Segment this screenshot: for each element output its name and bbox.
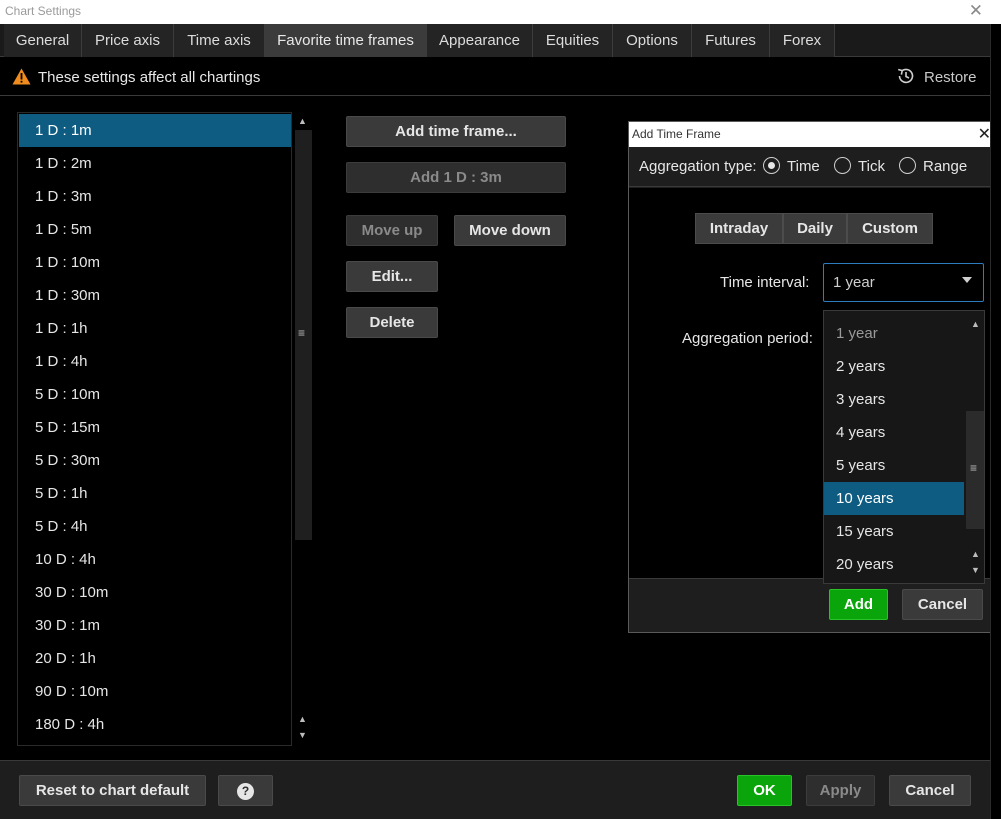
settings-tabs: General Price axis Time axis Favorite ti… bbox=[0, 24, 990, 57]
tab-general[interactable]: General bbox=[4, 24, 82, 57]
radio-time-label[interactable]: Time bbox=[787, 158, 820, 175]
scroll-grip-icon: ≡ bbox=[970, 461, 978, 475]
apply-button[interactable]: Apply bbox=[806, 775, 875, 806]
help-icon: ? bbox=[237, 783, 254, 800]
restore-icon[interactable] bbox=[895, 65, 917, 87]
edit-button[interactable]: Edit... bbox=[346, 261, 438, 292]
tab-intraday[interactable]: Intraday bbox=[695, 213, 783, 244]
list-item[interactable]: 1 D : 30m bbox=[19, 279, 291, 312]
aggregation-type-row: Aggregation type: Time Tick Range bbox=[629, 147, 999, 187]
dropdown-option[interactable]: 4 years bbox=[824, 416, 964, 449]
radio-tick-label[interactable]: Tick bbox=[858, 158, 885, 175]
list-item[interactable]: 1 D : 4h bbox=[19, 345, 291, 378]
restore-button[interactable]: Restore bbox=[924, 69, 977, 86]
aggregation-period-label: Aggregation period: bbox=[682, 330, 813, 347]
list-item[interactable]: 30 D : 1m bbox=[19, 609, 291, 642]
dialog-title: Add Time Frame bbox=[632, 127, 721, 141]
delete-button[interactable]: Delete bbox=[346, 307, 438, 338]
tab-equities[interactable]: Equities bbox=[533, 24, 613, 57]
dialog-titlebar: Add Time Frame ✕ bbox=[629, 122, 999, 147]
scroll-up-icon[interactable]: ▲ bbox=[971, 319, 980, 329]
time-interval-label: Time interval: bbox=[720, 274, 810, 291]
ok-button[interactable]: OK bbox=[737, 775, 792, 806]
dialog-cancel-button[interactable]: Cancel bbox=[902, 589, 983, 620]
scroll-up-icon[interactable]: ▲ bbox=[971, 549, 980, 559]
warning-icon bbox=[12, 68, 31, 85]
list-item[interactable]: 1 D : 5m bbox=[19, 213, 291, 246]
info-bar: These settings affect all chartings Rest… bbox=[0, 58, 990, 96]
dropdown-option[interactable]: 15 years bbox=[824, 515, 964, 548]
list-item[interactable]: 90 D : 10m bbox=[19, 675, 291, 708]
window-close-icon[interactable]: ✕ bbox=[969, 1, 983, 21]
list-item[interactable]: 1 D : 2m bbox=[19, 147, 291, 180]
tab-options[interactable]: Options bbox=[613, 24, 692, 57]
tab-appearance[interactable]: Appearance bbox=[427, 24, 533, 57]
list-item[interactable]: 5 D : 4h bbox=[19, 510, 291, 543]
list-item[interactable]: 10 D : 4h bbox=[19, 543, 291, 576]
add-quick-time-frame-button[interactable]: Add 1 D : 3m bbox=[346, 162, 566, 193]
footer-bar: Reset to chart default ? OK Apply Cancel bbox=[0, 760, 990, 819]
dropdown-option[interactable]: 10 years bbox=[824, 482, 964, 515]
scroll-up-icon[interactable]: ▲ bbox=[298, 116, 307, 126]
list-scrollbar[interactable]: ▲ ≡ ▲ ▼ bbox=[293, 112, 312, 746]
chevron-down-icon bbox=[962, 277, 972, 283]
list-item[interactable]: 1 D : 1m bbox=[19, 114, 291, 147]
add-time-frame-button[interactable]: Add time frame... bbox=[346, 116, 566, 147]
tab-price-axis[interactable]: Price axis bbox=[82, 24, 174, 57]
radio-tick[interactable] bbox=[834, 157, 851, 174]
time-interval-dropdown: 1 year 2 years 3 years 4 years 5 years 1… bbox=[823, 310, 985, 584]
scroll-up-icon[interactable]: ▲ bbox=[298, 714, 307, 724]
dropdown-option[interactable]: 1 year bbox=[824, 317, 964, 350]
scroll-grip-icon: ≡ bbox=[298, 326, 306, 340]
dropdown-option[interactable]: 5 years bbox=[824, 449, 964, 482]
reset-to-default-button[interactable]: Reset to chart default bbox=[19, 775, 206, 806]
time-interval-select[interactable]: 1 year bbox=[823, 263, 984, 302]
time-interval-value: 1 year bbox=[833, 274, 875, 291]
window-titlebar: Chart Settings ✕ bbox=[0, 0, 1001, 24]
list-item[interactable]: 5 D : 10m bbox=[19, 378, 291, 411]
list-item[interactable]: 20 D : 1h bbox=[19, 642, 291, 675]
list-item[interactable]: 1 D : 1h bbox=[19, 312, 291, 345]
dropdown-scrollbar[interactable]: ▲ ≡ ▲ ▼ bbox=[964, 311, 984, 583]
dropdown-option[interactable]: 20 years bbox=[824, 548, 964, 581]
radio-range[interactable] bbox=[899, 157, 916, 174]
list-item[interactable]: 5 D : 30m bbox=[19, 444, 291, 477]
window-title: Chart Settings bbox=[5, 4, 82, 18]
scroll-down-icon[interactable]: ▼ bbox=[971, 565, 980, 575]
dropdown-option[interactable]: 2 years bbox=[824, 350, 964, 383]
list-item[interactable]: 180 D : 4h bbox=[19, 708, 291, 741]
radio-time[interactable] bbox=[763, 157, 780, 174]
list-item[interactable]: 5 D : 15m bbox=[19, 411, 291, 444]
dialog-add-button[interactable]: Add bbox=[829, 589, 888, 620]
tab-time-axis[interactable]: Time axis bbox=[174, 24, 265, 57]
scroll-down-icon[interactable]: ▼ bbox=[298, 730, 307, 740]
dropdown-option[interactable]: 3 years bbox=[824, 383, 964, 416]
tab-futures[interactable]: Futures bbox=[692, 24, 770, 57]
move-up-button[interactable]: Move up bbox=[346, 215, 438, 246]
info-text: These settings affect all chartings bbox=[38, 69, 261, 86]
help-button[interactable]: ? bbox=[218, 775, 273, 806]
list-item[interactable]: 1 D : 10m bbox=[19, 246, 291, 279]
time-frames-list: 1 D : 1m 1 D : 2m 1 D : 3m 1 D : 5m 1 D … bbox=[17, 112, 292, 746]
list-item[interactable]: 5 D : 1h bbox=[19, 477, 291, 510]
list-item[interactable]: 30 D : 10m bbox=[19, 576, 291, 609]
dialog-close-icon[interactable]: ✕ bbox=[978, 124, 991, 144]
tab-favorite-time-frames[interactable]: Favorite time frames bbox=[265, 24, 427, 57]
tab-daily[interactable]: Daily bbox=[783, 213, 847, 244]
list-item[interactable]: 1 D : 3m bbox=[19, 180, 291, 213]
aggregation-type-label: Aggregation type: bbox=[639, 158, 757, 175]
move-down-button[interactable]: Move down bbox=[454, 215, 566, 246]
radio-range-label[interactable]: Range bbox=[923, 158, 967, 175]
tab-forex[interactable]: Forex bbox=[770, 24, 835, 57]
background-window-edge bbox=[990, 24, 1001, 819]
cancel-button[interactable]: Cancel bbox=[889, 775, 971, 806]
tab-custom[interactable]: Custom bbox=[847, 213, 933, 244]
